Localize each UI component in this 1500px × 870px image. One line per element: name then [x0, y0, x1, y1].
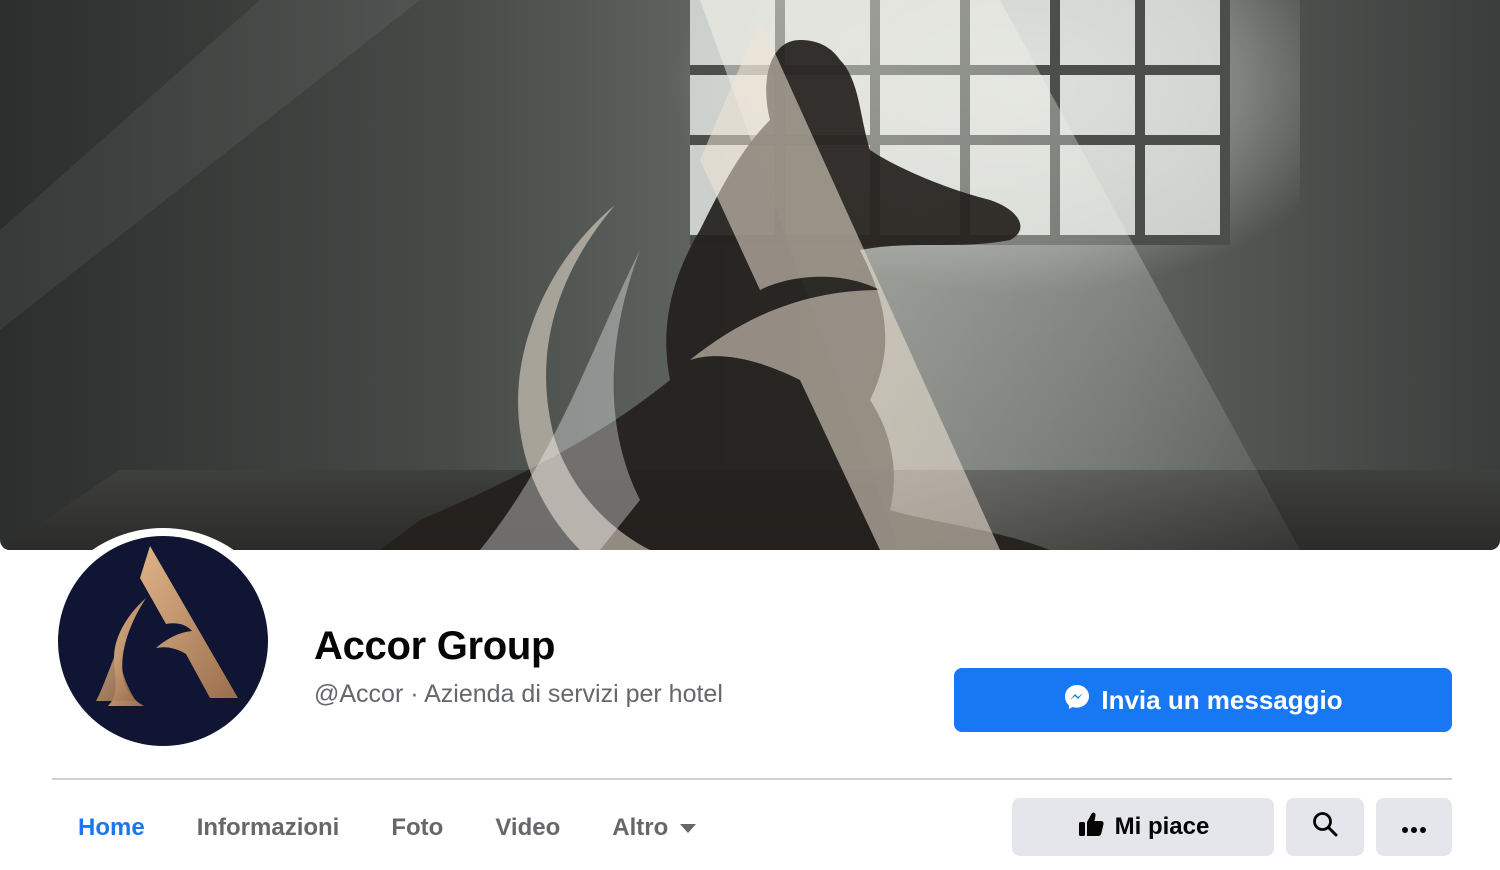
- header-divider: [52, 778, 1452, 780]
- send-message-label: Invia un messaggio: [1101, 684, 1343, 715]
- cover-photo[interactable]: [0, 0, 1500, 550]
- search-icon: [1311, 810, 1339, 845]
- cover-photo-illustration: [0, 0, 1500, 550]
- page-tabs: Home Informazioni Foto Video Altro: [52, 790, 722, 866]
- tab-label: Informazioni: [196, 814, 340, 841]
- tab-label: Video: [495, 814, 561, 841]
- tab-foto[interactable]: Foto: [365, 790, 469, 866]
- tab-label: Home: [78, 814, 145, 841]
- tab-video[interactable]: Video: [469, 790, 586, 866]
- more-dots-icon: [1401, 813, 1427, 841]
- tab-home[interactable]: Home: [52, 790, 171, 866]
- page-title: Accor Group: [314, 624, 556, 668]
- like-button[interactable]: Mi piace: [1012, 798, 1274, 856]
- tab-label: Foto: [391, 814, 444, 841]
- avatar[interactable]: [58, 536, 268, 746]
- tab-label: Altro: [612, 814, 669, 841]
- thumbs-up-icon: [1077, 810, 1105, 845]
- caret-down-icon: [680, 823, 697, 833]
- more-options-button[interactable]: [1376, 798, 1452, 856]
- page-subtitle: @Accor · Azienda di servizi per hotel: [314, 680, 723, 708]
- send-message-button[interactable]: Invia un messaggio: [954, 668, 1452, 732]
- like-label: Mi piace: [1114, 813, 1210, 840]
- accor-logo: [96, 546, 238, 706]
- tab-informazioni[interactable]: Informazioni: [171, 790, 366, 866]
- messenger-icon: [1063, 683, 1091, 718]
- tab-altro[interactable]: Altro: [586, 790, 722, 866]
- search-button[interactable]: [1286, 798, 1364, 856]
